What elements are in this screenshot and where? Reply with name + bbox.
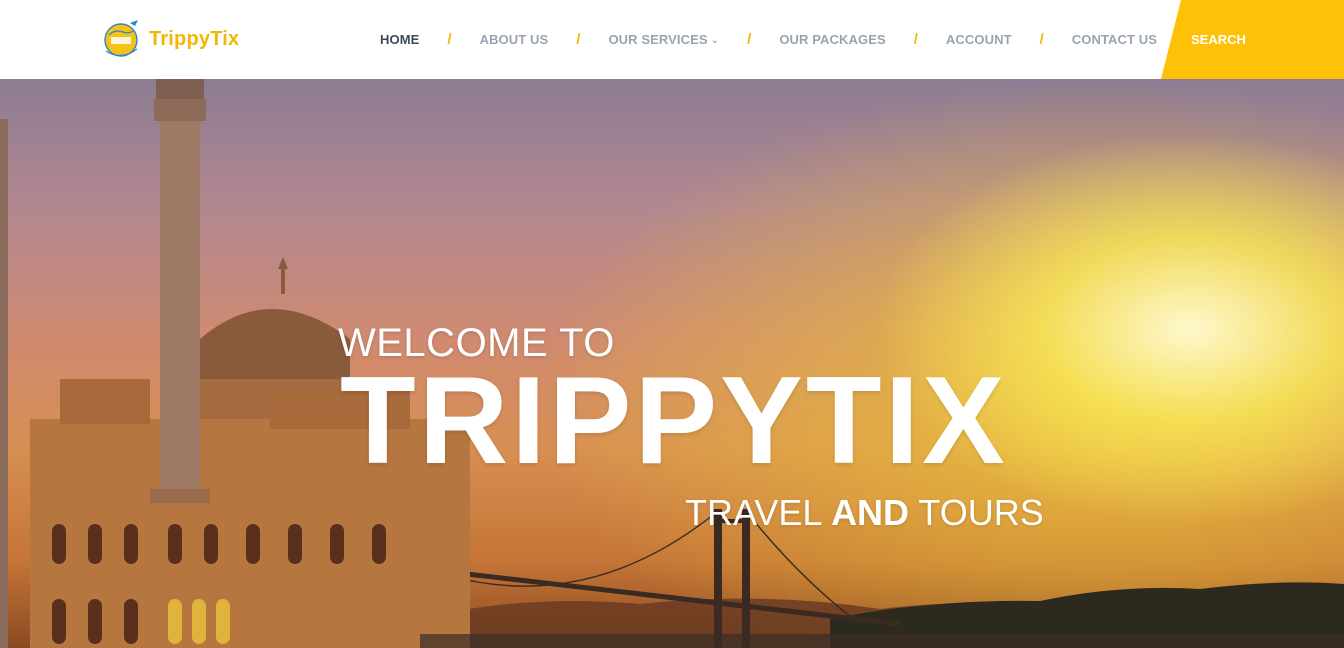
tagline-part2: TOURS xyxy=(918,492,1044,533)
nav-our-packages[interactable]: OUR PACKAGES xyxy=(779,32,885,47)
nav-our-services-label: OUR SERVICES xyxy=(608,32,708,47)
nav-our-services[interactable]: OUR SERVICES ⌄ xyxy=(608,32,719,47)
logo-text: TrippyTix xyxy=(149,27,240,50)
nav-about-us[interactable]: ABOUT US xyxy=(480,32,549,47)
tagline-bold: AND xyxy=(831,492,910,533)
search-button-label: SEARCH xyxy=(1191,32,1246,47)
hero-banner: WELCOME TO TRIPPYTIX TRAVEL AND TOURS xyxy=(0,79,1344,648)
nav-contact-us[interactable]: CONTACT US xyxy=(1072,32,1157,47)
nav-account[interactable]: ACCOUNT xyxy=(946,32,1012,47)
chevron-down-icon: ⌄ xyxy=(710,35,720,46)
main-nav: HOME / ABOUT US / OUR SERVICES ⌄ / OUR PA… xyxy=(380,0,1157,79)
hero-tagline: TRAVEL AND TOURS xyxy=(685,492,1044,534)
site-header: TrippyTix HOME / ABOUT US / OUR SERVICES… xyxy=(0,0,1344,79)
nav-separator: / xyxy=(913,31,918,48)
nav-separator: / xyxy=(1039,31,1044,48)
hero-text: WELCOME TO TRIPPYTIX TRAVEL AND TOURS xyxy=(0,79,1344,648)
nav-separator: / xyxy=(576,31,581,48)
globe-airplane-logo-icon xyxy=(104,20,138,57)
nav-separator: / xyxy=(447,31,452,48)
nav-home[interactable]: HOME xyxy=(380,32,419,47)
nav-separator: / xyxy=(747,31,752,48)
page: TrippyTix HOME / ABOUT US / OUR SERVICES… xyxy=(0,0,1344,648)
site-logo[interactable]: TrippyTix xyxy=(97,14,239,64)
hero-title: TRIPPYTIX xyxy=(340,352,1008,490)
search-button[interactable]: SEARCH xyxy=(1161,0,1344,79)
tagline-part1: TRAVEL xyxy=(685,492,822,533)
